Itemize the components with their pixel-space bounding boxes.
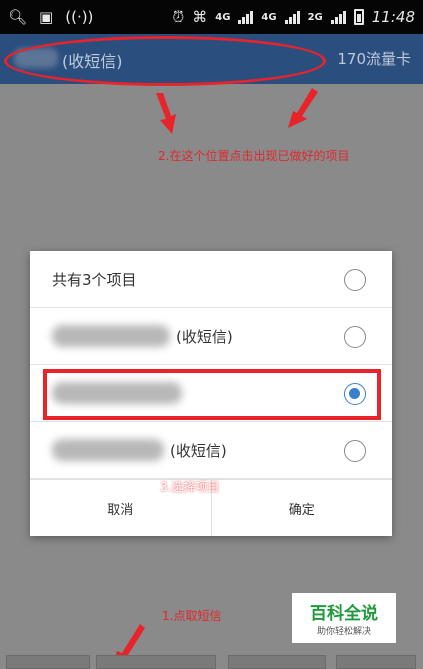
option-label: (收短信) [176,327,233,346]
status-bar: 🔍︎ ▣ ((·)) ⏰︎ ⌘ 4G 4G 2G 11:48 [0,0,423,34]
status-right: ⏰︎ ⌘ 4G 4G 2G 11:48 [173,8,415,26]
bottom-tab-1[interactable] [6,655,90,669]
clock: 11:48 [371,8,415,26]
ok-button[interactable]: 确定 [210,480,393,536]
search-icon: 🔍︎ [8,7,28,26]
radio-button[interactable] [344,269,366,291]
radio-button[interactable] [344,440,366,462]
arrow-to-balance [288,88,318,128]
signal-bars-icon [330,10,346,24]
hotspot-icon: ((·)) [65,7,94,26]
annotation-step1: 1.点取短信 [162,609,222,623]
bottom-tab-4[interactable] [336,655,416,669]
blurred-name [52,439,164,461]
dialog-title: 共有3个项目 [52,270,137,289]
blurred-name [52,325,170,347]
status-left: 🔍︎ ▣ ((·)) [8,7,94,26]
highlight-ellipse [4,36,326,86]
dialog-title-row[interactable]: 共有3个项目 [30,251,392,308]
network-type-3: 2G [307,11,323,23]
dialog-option-3[interactable]: (收短信) [30,422,392,479]
alarm-icon: ⏰︎ [172,7,185,26]
network-type-2: 4G [261,11,277,23]
battery-icon [353,9,364,25]
arrow-to-sms [156,93,176,134]
wifi-icon: ⌘ [192,7,208,26]
signal-bars-icon [238,10,254,24]
network-type-1: 4G [215,11,231,23]
watermark-title: 百科全说 [310,604,378,624]
annotation-step2: 2.在这个位置点击出现已做好的项目 [158,149,350,163]
annotation-step3: 3.选择项目 [160,480,220,494]
dialog-option-1[interactable]: (收短信) [30,308,392,365]
bottom-tab-3[interactable] [228,655,326,669]
selection-highlight-box [43,369,381,420]
image-icon: ▣ [39,7,54,26]
radio-button[interactable] [344,326,366,348]
bottom-tab-2[interactable] [96,655,216,669]
option-label: (收短信) [170,441,227,460]
watermark-logo: 百科全说 助你轻松解决 [292,593,396,643]
balance-label[interactable]: 170流量卡 [337,48,411,69]
watermark-subtitle: 助你轻松解决 [316,627,371,637]
signal-bars-icon [284,10,300,24]
